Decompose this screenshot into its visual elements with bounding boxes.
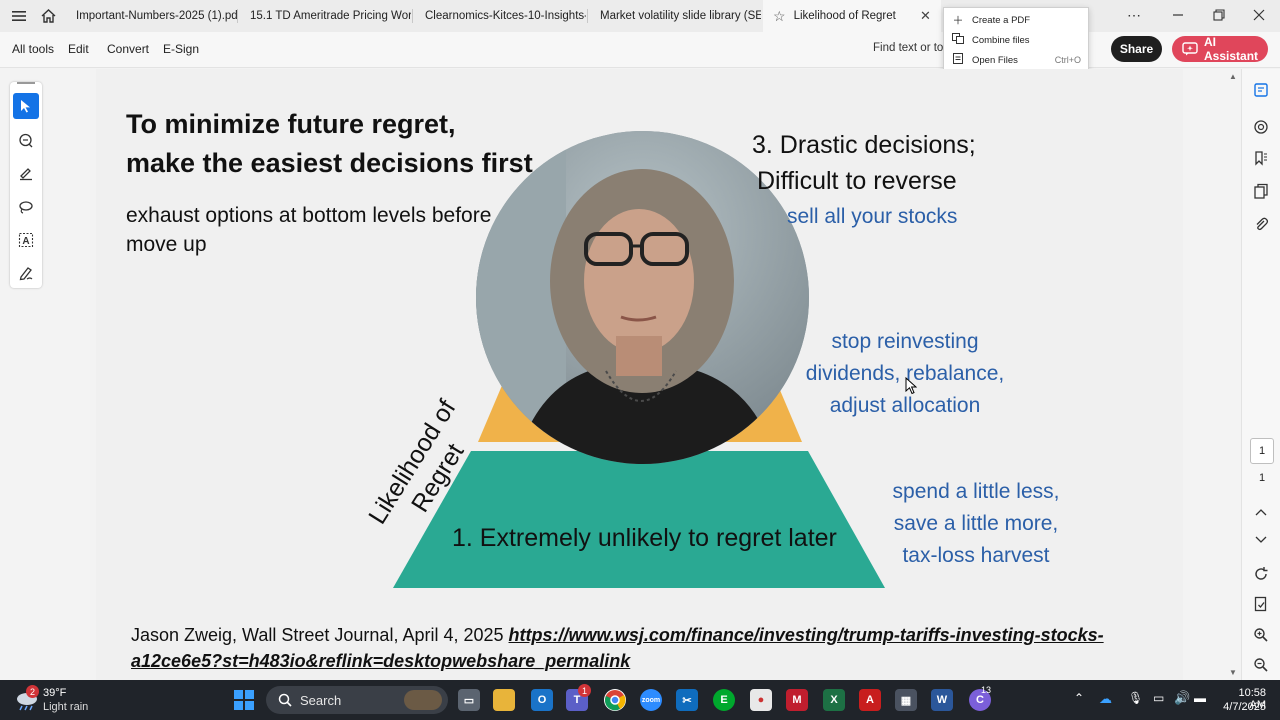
excel-icon[interactable]: X — [823, 689, 845, 711]
start-button-icon[interactable] — [233, 689, 255, 711]
wsj-article-link-continued[interactable]: a12ce6e5?st=h483io&reflink=desktopwebsha… — [131, 651, 630, 671]
citation-text: Jason Zweig, Wall Street Journal, April … — [131, 625, 504, 645]
mcafee-icon[interactable]: M — [786, 689, 808, 711]
scroll-down-arrow-icon[interactable]: ▼ — [1229, 668, 1237, 677]
acrobat-window: Important-Numbers-2025 (1).pdf 15.1 TD A… — [0, 0, 1280, 720]
scroll-up-arrow-icon[interactable]: ▲ — [1229, 72, 1237, 81]
outlook-icon[interactable]: O — [531, 689, 553, 711]
onedrive-icon[interactable]: ☁ — [1099, 691, 1112, 707]
search-placeholder: Search — [300, 692, 342, 708]
zoom-icon[interactable]: zoom — [640, 689, 662, 711]
snipping-tool-icon[interactable]: ✂ — [676, 689, 698, 711]
bookmarks-icon[interactable] — [1251, 148, 1271, 168]
slide-subtitle-line-2: move up — [126, 233, 207, 256]
battery-icon[interactable]: ▬ — [1194, 691, 1206, 705]
pyramid-bottom-level — [393, 451, 885, 588]
slide-title-line-1: To minimize future regret, — [126, 109, 456, 139]
zoom-out-icon[interactable] — [1251, 655, 1271, 675]
level-1-label: 1. Extremely unlikely to regret later — [452, 524, 837, 552]
weather-temperature: 39°F — [43, 687, 67, 699]
citation-line: Jason Zweig, Wall Street Journal, April … — [131, 622, 1104, 648]
wsj-article-link[interactable]: https://www.wsj.com/finance/investing/tr… — [509, 625, 1104, 645]
weather-badge: 2 — [26, 685, 39, 698]
pages-icon[interactable] — [1251, 181, 1271, 201]
comments-icon[interactable] — [1251, 117, 1271, 137]
next-page-icon[interactable] — [1251, 530, 1271, 550]
chrome-icon[interactable] — [604, 689, 626, 711]
total-pages-label: 1 — [1258, 472, 1266, 484]
zoom-in-icon[interactable] — [1251, 625, 1271, 645]
file-explorer-icon[interactable] — [493, 689, 515, 711]
microphone-icon[interactable]: 🎙 — [1128, 691, 1143, 705]
volume-icon[interactable]: 🔊 — [1174, 690, 1190, 706]
taskbar-search-box[interactable]: Search — [266, 686, 448, 714]
rotate-icon[interactable] — [1251, 564, 1271, 584]
acrobat-icon[interactable]: A — [859, 689, 881, 711]
app-dots-icon[interactable]: ● — [750, 689, 772, 711]
weather-description: Light rain — [43, 701, 89, 713]
level-1-example-line-3: tax-loss harvest — [902, 544, 1050, 567]
show-hidden-icons-icon[interactable]: ⌃ — [1074, 691, 1084, 705]
level-3-heading-line-1: 3. Drastic decisions; — [752, 131, 976, 159]
clock-date[interactable]: 4/7/2025 — [1220, 701, 1266, 713]
search-highlight-icon — [404, 690, 442, 710]
copilot-badge: 13 — [981, 685, 992, 695]
previous-page-icon[interactable] — [1251, 502, 1271, 522]
network-icon[interactable]: ▭ — [1153, 691, 1164, 705]
windows-taskbar: 2 39°F Light rain Search ▭ O T 1 zoom ✂ … — [0, 680, 1280, 720]
slide-title-line-2: make the easiest decisions first — [126, 148, 533, 178]
search-icon — [278, 693, 292, 707]
level-1-example-line-2: save a little more, — [893, 512, 1059, 535]
teams-badge: 1 — [578, 684, 591, 697]
evernote-icon[interactable]: E — [713, 689, 735, 711]
ai-summary-icon[interactable] — [1251, 80, 1271, 100]
save-page-icon[interactable] — [1251, 594, 1271, 614]
level-3-example: sell all your stocks — [787, 205, 958, 228]
calculator-icon[interactable]: ▦ — [895, 689, 917, 711]
level-2-example-line-1: stop reinvesting — [831, 330, 979, 353]
level-3-heading-line-2: Difficult to reverse — [757, 167, 957, 195]
attachments-icon[interactable] — [1251, 214, 1271, 234]
current-page-field[interactable]: 1 — [1250, 438, 1274, 464]
level-1-example-line-1: spend a little less, — [892, 480, 1060, 503]
citation-link-line-2: a12ce6e5?st=h483io&reflink=desktopwebsha… — [131, 648, 630, 674]
word-icon[interactable]: W — [931, 689, 953, 711]
slide-subtitle-line-1: exhaust options at bottom levels before — [126, 204, 492, 227]
task-view-icon[interactable]: ▭ — [458, 689, 480, 711]
right-tools-rail: 1 1 — [1241, 69, 1280, 680]
mouse-cursor-icon — [905, 377, 917, 395]
scroll-area — [1183, 69, 1241, 680]
